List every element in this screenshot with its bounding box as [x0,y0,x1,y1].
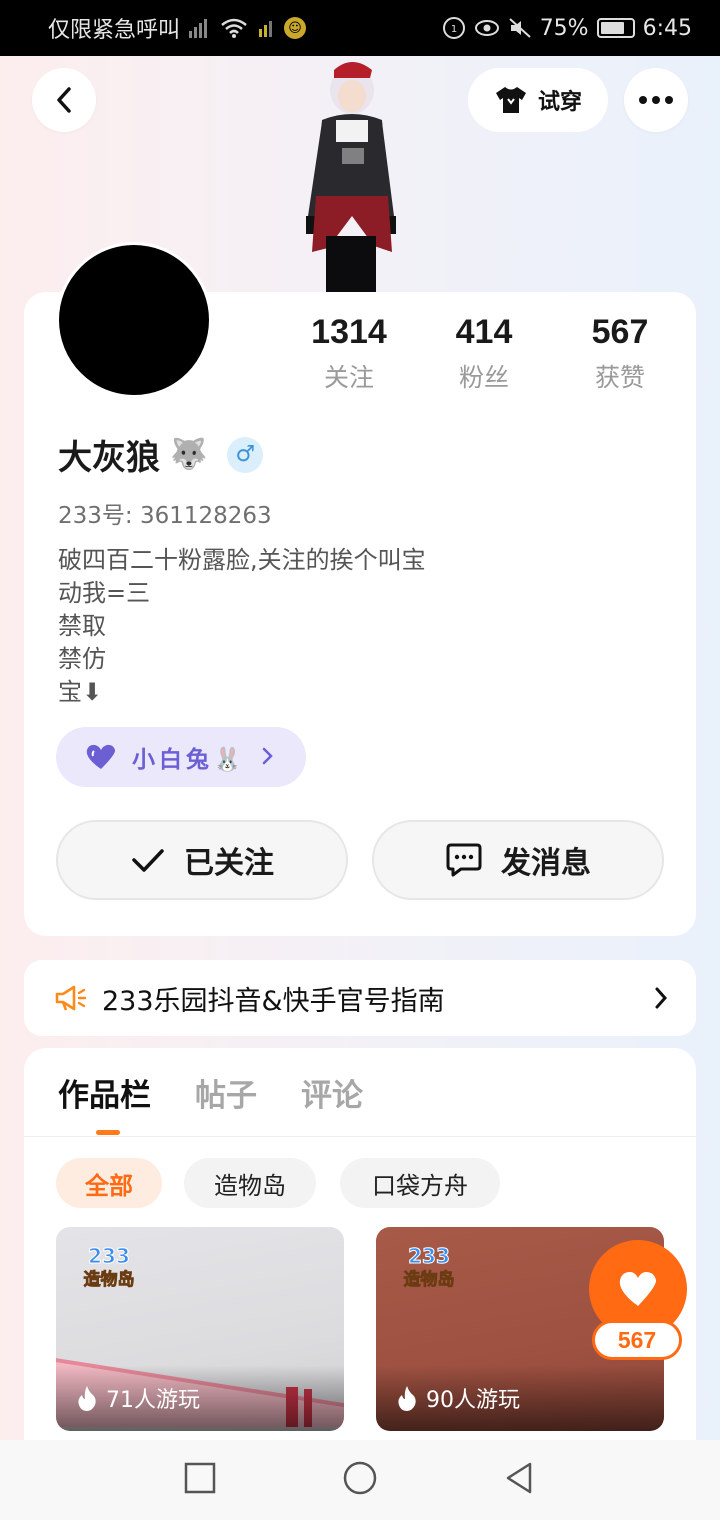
stat-following[interactable]: 1314 关注 [279,310,419,394]
announcement-bar[interactable]: 233乐园抖音&快手官号指南 [24,960,696,1036]
creation-island-logo: 233 造物岛 [74,1241,144,1293]
gender-male-icon: ♂ [227,436,264,473]
stat-fans[interactable]: 414 粉丝 [414,310,554,394]
more-dots-icon [639,96,673,104]
username-row: 大灰狼 🐺 ♂ [58,430,264,479]
message-button-label: 发消息 [501,846,591,881]
tab-posts[interactable]: 帖子 [195,1070,257,1115]
user-id: 233号: 361128263 [58,503,272,529]
eye-comfort-icon [474,17,500,39]
bio-line: 破四百二十粉露脸,关注的挨个叫宝 [58,546,426,574]
svg-text:造物岛: 造物岛 [84,1269,135,1290]
announcement-text: 233乐园抖音&快手官号指南 [102,985,445,1017]
creation-island-logo: 233 造物岛 [394,1241,464,1293]
bio-line: 动我=三 [58,579,151,607]
relationship-tag[interactable]: 小白兔🐰 [56,727,306,787]
relationship-tag-label: 小白兔🐰 [132,747,246,773]
hd-call-icon: 1 [442,16,466,40]
likes-label: 获赞 [594,363,645,392]
megaphone-icon [55,985,87,1011]
avatar[interactable] [56,242,212,398]
svg-text:233: 233 [88,1244,130,1268]
tshirt-icon [495,87,526,113]
following-count: 1314 [311,313,387,351]
fans-count: 414 [455,313,513,351]
bio-line: 禁仿 [58,645,106,673]
tab-comments[interactable]: 评论 [301,1070,363,1115]
stat-likes[interactable]: 567 获赞 [550,310,690,394]
likes-count: 567 [591,313,649,351]
svg-text:233: 233 [408,1244,450,1268]
clock: 6:45 [642,15,692,41]
chevron-left-icon [57,87,71,113]
svg-text:造物岛: 造物岛 [404,1269,455,1290]
following-label: 关注 [323,363,374,392]
avatar-3d-figure[interactable] [296,56,406,294]
battery-percent: 75% [539,15,589,41]
data-icon [256,17,276,39]
bio-line: 禁取 [58,612,106,640]
tab-indicator [96,1130,120,1135]
message-button[interactable]: 发消息 [372,820,664,900]
username: 大灰狼 [58,438,160,478]
work-item[interactable]: 233 造物岛 71人游玩 [56,1227,344,1431]
chevron-right-icon [262,747,273,765]
works-tabs: 作品栏 帖子 评论 [58,1070,363,1115]
carrier-text: 仅限紧急呼叫 [48,18,181,43]
mute-icon [508,17,532,39]
try-on-button[interactable]: 试穿 [468,68,608,132]
play-count: 90人游玩 [376,1365,664,1431]
svg-text:1: 1 [451,24,457,35]
chevron-right-icon [655,987,668,1009]
filter-pocket-ark[interactable]: 口袋方舟 [340,1158,500,1208]
bio: 破四百二十粉露脸,关注的挨个叫宝 动我=三 禁取 禁仿 宝⬇ [58,544,426,709]
play-count: 71人游玩 [56,1365,344,1431]
filter-creation-island[interactable]: 造物岛 [184,1158,316,1208]
play-count-text: 90人游玩 [426,1388,520,1413]
follow-button[interactable]: 已关注 [56,820,348,900]
bio-line: 宝⬇ [58,678,103,706]
signal-icon [188,17,212,39]
app-notification-icon: ☺ [284,17,307,39]
wifi-icon [220,17,248,39]
try-on-label: 试穿 [537,90,582,115]
play-count-text: 71人游玩 [106,1388,200,1413]
back-nav-button[interactable] [500,1458,540,1498]
like-count-badge: 567 [592,1320,682,1360]
filter-all[interactable]: 全部 [56,1158,162,1208]
wolf-emoji: 🐺 [170,437,208,472]
tab-works[interactable]: 作品栏 [58,1070,151,1115]
status-bar: 仅限紧急呼叫 ☺ 1 75% 6:45 [0,0,720,56]
back-button[interactable] [32,68,96,132]
home-button[interactable] [340,1458,380,1498]
fans-label: 粉丝 [458,363,509,392]
fire-icon [398,1386,416,1411]
heart-icon [619,1272,657,1306]
fire-icon [78,1386,96,1411]
battery-icon [596,18,635,38]
checkmark-icon [132,849,164,872]
heart-icon [86,744,116,769]
chat-bubble-icon [446,843,482,877]
follow-button-label: 已关注 [184,846,274,881]
system-nav-bar [0,1440,720,1520]
recent-apps-button[interactable] [180,1458,220,1498]
more-button[interactable] [624,68,688,132]
tab-divider [24,1136,696,1137]
